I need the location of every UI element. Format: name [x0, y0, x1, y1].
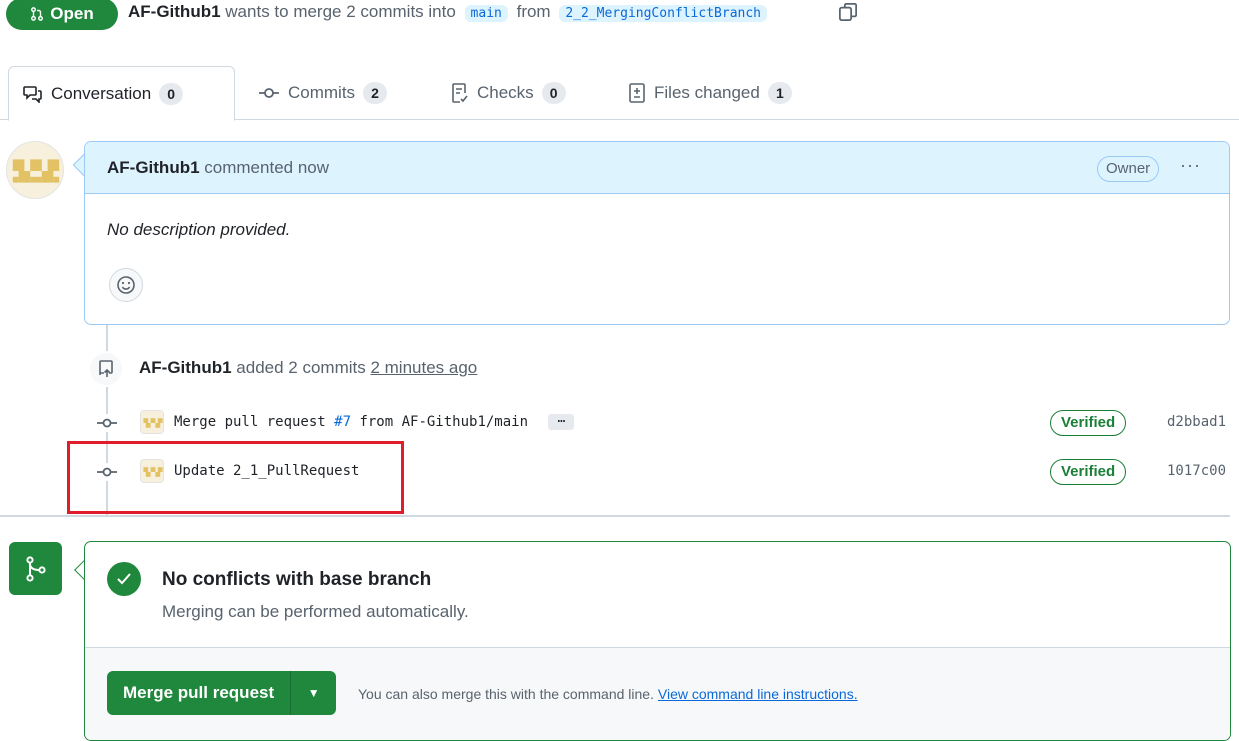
commit-sha-link[interactable]: d2bbad1 [1167, 414, 1226, 430]
copy-icon[interactable] [838, 2, 858, 22]
tab-conversation[interactable]: Conversation 0 [8, 66, 235, 121]
smiley-icon [117, 276, 135, 294]
merge-status-box: No conflicts with base branch Merging ca… [84, 541, 1231, 741]
checklist-icon [452, 83, 468, 103]
event-author[interactable]: AF-Github1 [139, 358, 232, 377]
owner-badge: Owner [1097, 156, 1160, 182]
git-commit-icon [94, 414, 120, 432]
merge-actions: Merge pull request ▼ You can also merge … [85, 647, 1230, 740]
tab-commits-label: Commits [288, 83, 356, 102]
base-branch-chip[interactable]: main [464, 5, 508, 22]
tab-files-changed[interactable]: Files changed 1 [614, 66, 806, 120]
comment-discussion-icon [23, 85, 42, 103]
merge-pull-request-button[interactable]: Merge pull request [107, 671, 292, 715]
merge-command-line-hint: You can also merge this with the command… [358, 686, 858, 702]
pr-summary-text: wants to merge 2 commits into [225, 2, 456, 21]
add-reaction-button[interactable] [109, 268, 143, 302]
git-commit-icon [259, 88, 279, 98]
merge-status-title: No conflicts with base branch [162, 569, 432, 590]
pr-header: Open AF-Github1 wants to merge 2 commits… [0, 0, 1239, 32]
commenter-avatar[interactable] [6, 141, 64, 199]
merge-button-group: Merge pull request ▼ [107, 671, 337, 715]
commit-row: Merge pull request #7 from AF-Github1/ma… [0, 403, 1239, 443]
commit-sha-link[interactable]: 1017c00 [1167, 463, 1226, 479]
pr-tabs: Conversation 0 Commits 2 Checks 0 Files … [0, 66, 1239, 121]
comment-action[interactable]: commented now [204, 158, 329, 177]
head-branch-chip[interactable]: 2_2_MergingConflictBranch [559, 5, 767, 22]
highlight-annotation-box [67, 441, 404, 514]
commits-added-event: AF-Github1 added 2 commits 2 minutes ago [139, 358, 477, 378]
file-diff-icon [629, 83, 645, 103]
tab-files-changed-label: Files changed [654, 83, 760, 102]
commit-pr-link[interactable]: #7 [334, 414, 351, 430]
tab-checks[interactable]: Checks 0 [437, 66, 580, 120]
triangle-down-icon: ▼ [307, 686, 320, 700]
git-pull-request-icon [31, 7, 44, 21]
from-text: from [516, 2, 551, 21]
commit-message-prefix[interactable]: Merge pull request [174, 414, 334, 430]
tab-commits-count: 2 [363, 82, 388, 104]
git-merge-icon [9, 542, 62, 595]
merge-method-dropdown-button[interactable]: ▼ [291, 671, 337, 715]
pr-author-link[interactable]: AF-Github1 [128, 2, 221, 21]
comment-header: AF-Github1 commented now Owner ··· [85, 142, 1229, 194]
tab-checks-label: Checks [477, 83, 534, 102]
comment-author[interactable]: AF-Github1 [107, 158, 200, 177]
merge-hint-text: You can also merge this with the command… [358, 686, 654, 702]
pr-summary: AF-Github1 wants to merge 2 commits into… [128, 2, 771, 22]
tab-commits[interactable]: Commits 2 [244, 66, 401, 120]
commit-message[interactable]: Merge pull request #7 from AF-Github1/ma… [174, 412, 575, 430]
comment-author-line: AF-Github1 commented now [107, 158, 329, 178]
commit-message-suffix[interactable]: from AF-Github1/main [351, 414, 528, 430]
event-action: added 2 commits [236, 358, 366, 377]
pr-state-label: Open [50, 4, 94, 23]
comment-body: No description provided. [107, 220, 291, 239]
verified-badge[interactable]: Verified [1050, 459, 1127, 485]
tab-files-changed-count: 1 [767, 82, 792, 104]
expand-commit-message-button[interactable]: … [548, 412, 575, 430]
check-circle-icon [107, 562, 141, 596]
command-line-instructions-link[interactable]: View command line instructions. [658, 686, 858, 702]
comment-more-options-button[interactable]: ··· [1180, 155, 1201, 176]
timeline-divider [0, 515, 1230, 517]
verified-badge[interactable]: Verified [1050, 410, 1127, 436]
commit-author-avatar[interactable] [140, 410, 164, 434]
tab-checks-count: 0 [541, 82, 566, 104]
tab-conversation-label: Conversation [51, 83, 152, 103]
event-time-link[interactable]: 2 minutes ago [370, 358, 477, 377]
pr-state-badge: Open [6, 0, 118, 30]
pr-description-comment: AF-Github1 commented now Owner ··· No de… [84, 141, 1230, 325]
repo-push-icon [88, 351, 124, 387]
merge-status-subtitle: Merging can be performed automatically. [162, 602, 469, 621]
tab-conversation-count: 0 [159, 82, 184, 105]
